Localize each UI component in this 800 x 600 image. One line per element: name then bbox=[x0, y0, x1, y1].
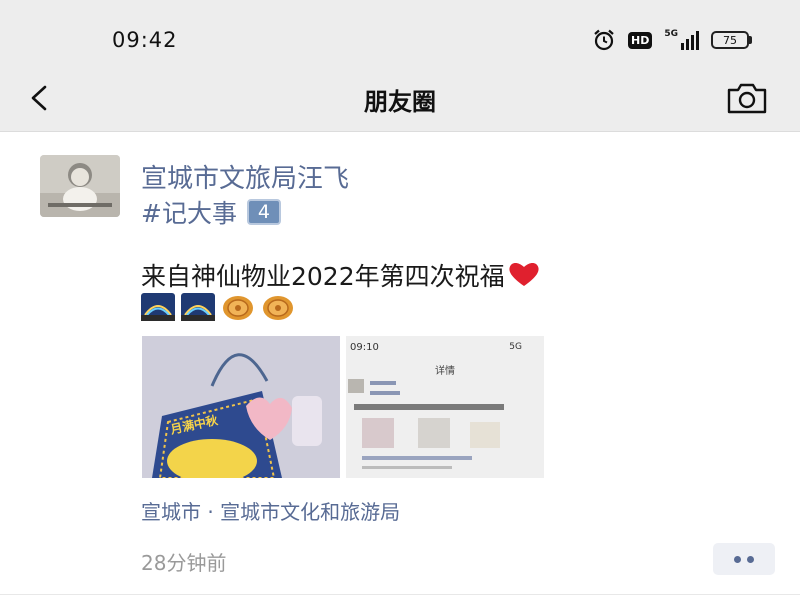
topic-tag[interactable]: #记大事 4 bbox=[141, 194, 281, 230]
hd-badge: HD bbox=[628, 31, 653, 49]
mooncake-icon bbox=[223, 296, 253, 320]
alarm-icon bbox=[594, 29, 614, 51]
mooncake-gift-bag-photo[interactable]: 月满中秋 bbox=[142, 336, 340, 478]
divider bbox=[0, 594, 800, 595]
avatar[interactable] bbox=[40, 155, 120, 217]
camera-icon[interactable] bbox=[724, 78, 770, 118]
emoji-row bbox=[141, 293, 295, 321]
post-text: 来自神仙物业2022年第四次祝福 bbox=[141, 257, 541, 293]
status-icons: HD 5G 75 bbox=[592, 26, 752, 54]
battery-level: 75 bbox=[711, 31, 749, 49]
night-sky-icon bbox=[181, 293, 215, 321]
red-heart-icon bbox=[509, 263, 539, 286]
signal-icon: 5G bbox=[664, 30, 699, 50]
post-timestamp: 28分钟前 bbox=[141, 551, 227, 575]
topic-tag-label: #记大事 bbox=[141, 199, 237, 228]
nav-bar: 朋友圈 bbox=[0, 64, 800, 132]
dot-icon bbox=[747, 555, 754, 563]
status-bar: 09:42 HD 5G 75 bbox=[0, 0, 800, 64]
network-label: 5G bbox=[664, 29, 678, 39]
moment-post: 宣城市文旅局汪飞 #记大事 4 来自神仙物业2022年第四次祝福 月满中秋 09… bbox=[0, 133, 800, 600]
mooncake-icon bbox=[263, 296, 293, 320]
dot-icon bbox=[734, 555, 741, 563]
more-options-button[interactable] bbox=[713, 543, 775, 575]
moments-screenshot-photo[interactable]: 09:10 5G 详情 bbox=[346, 336, 544, 478]
night-sky-icon bbox=[141, 293, 175, 321]
location-link[interactable]: 宣城市 · 宣城市文化和旅游局 bbox=[141, 496, 400, 525]
author-name[interactable]: 宣城市文旅局汪飞 bbox=[141, 158, 349, 195]
battery-icon: 75 bbox=[711, 31, 752, 49]
page-title: 朋友圈 bbox=[364, 88, 436, 116]
post-text-content: 来自神仙物业2022年第四次祝福 bbox=[141, 262, 505, 291]
status-time: 09:42 bbox=[112, 28, 178, 52]
tag-number-badge: 4 bbox=[246, 199, 281, 225]
